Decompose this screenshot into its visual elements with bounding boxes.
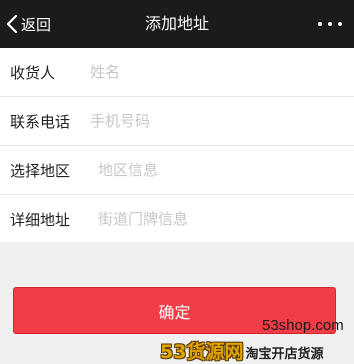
street-address-input[interactable] xyxy=(98,204,318,234)
region-row[interactable]: 选择地区 xyxy=(0,145,354,194)
street-address-label: 详细地址 xyxy=(10,210,71,229)
page-title: 添加地址 xyxy=(144,14,209,33)
region-input[interactable] xyxy=(98,155,318,185)
more-dots-icon[interactable] xyxy=(318,17,342,31)
watermark-site: 53shop.com xyxy=(262,317,344,334)
phone-input[interactable] xyxy=(90,106,310,136)
watermark-brand: 53货源网 xyxy=(160,341,244,363)
phone-label: 联系电话 xyxy=(10,112,71,131)
region-label: 选择地区 xyxy=(10,161,71,180)
recipient-label: 收货人 xyxy=(10,63,56,82)
top-nav-bar: 返回 添加地址 xyxy=(0,0,354,48)
address-form: 收货人 联系电话 选择地区 详细地址 xyxy=(0,48,354,242)
phone-row: 联系电话 xyxy=(0,96,354,145)
recipient-name-input[interactable] xyxy=(90,57,310,87)
watermark-slogan: 淘宝开店货源 xyxy=(245,347,324,362)
watermark-banner: 53货源网 淘宝开店货源 xyxy=(160,337,323,363)
recipient-row: 收货人 xyxy=(0,48,354,96)
street-address-row: 详细地址 xyxy=(0,194,354,243)
